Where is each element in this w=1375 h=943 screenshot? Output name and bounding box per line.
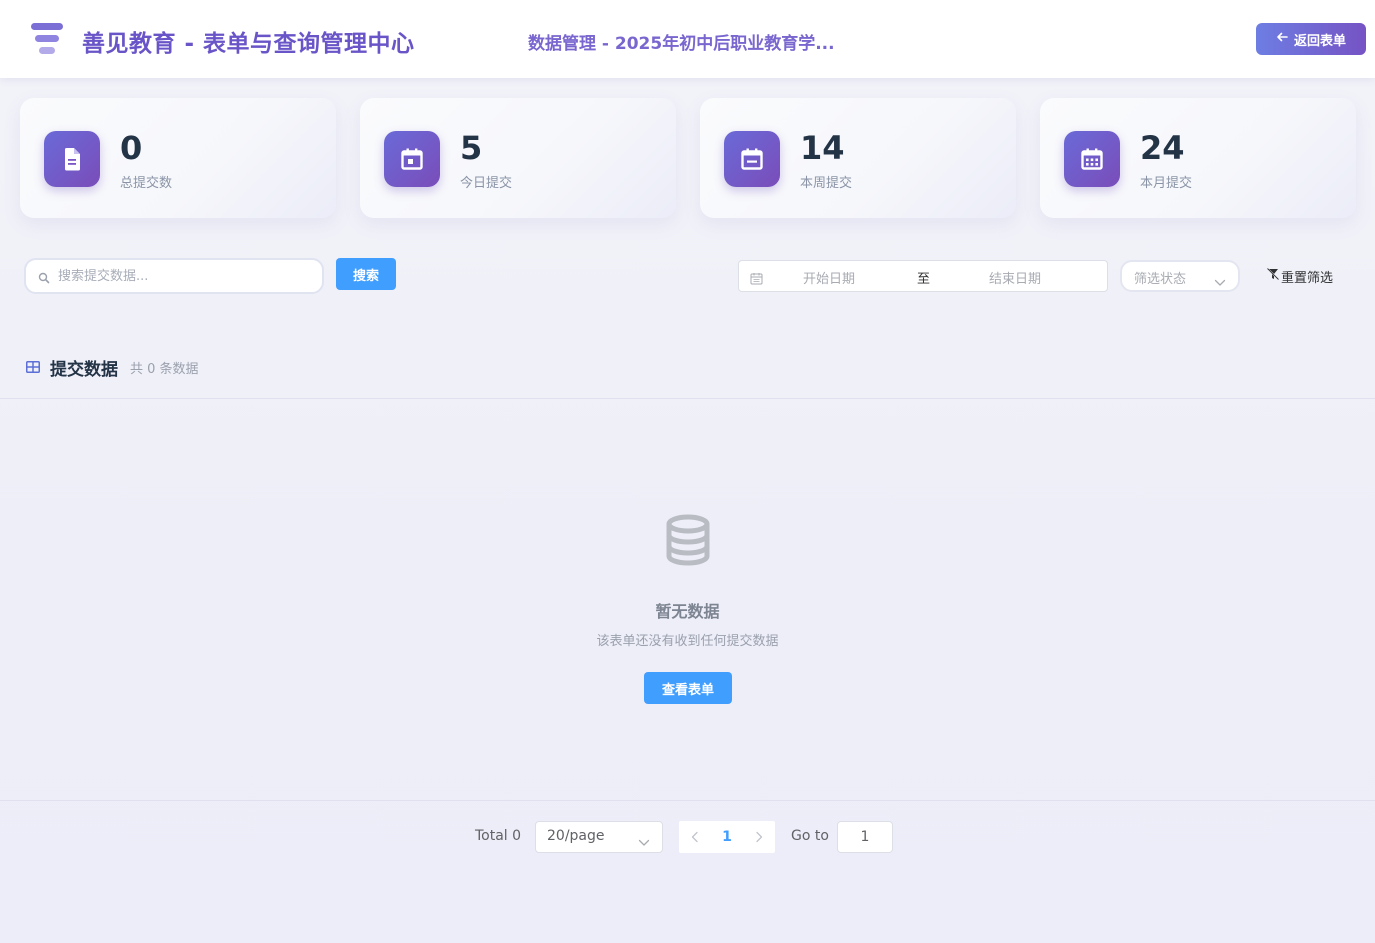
chevron-left-icon [691, 828, 699, 847]
stat-label: 本月提交 [1140, 176, 1193, 191]
stat-card-today: 5 今日提交 [360, 98, 676, 218]
database-icon [664, 514, 712, 570]
chevron-down-icon [638, 832, 650, 851]
empty-state-description: 该表单还没有收到任何提交数据 [596, 634, 779, 649]
stat-value: 14 [800, 129, 845, 167]
reset-filters-label: 重置筛选 [1281, 270, 1334, 286]
goto-page-input[interactable] [838, 822, 892, 852]
page-number-button[interactable]: 1 [711, 821, 743, 853]
status-filter-select[interactable]: 筛选状态 [1120, 260, 1240, 292]
app-header: 善见教育 - 表单与查询管理中心 数据管理 - 2025年初中后职业教育学...… [0, 0, 1375, 78]
goto-page-field[interactable] [837, 821, 893, 853]
divider [0, 800, 1375, 801]
goto-label: Go to [791, 828, 829, 844]
stat-card-week: 14 本周提交 [700, 98, 1016, 218]
pagination-total: Total 0 [475, 828, 522, 844]
back-to-form-button[interactable]: 返回表单 [1256, 23, 1366, 55]
stat-label: 总提交数 [120, 176, 173, 191]
calendar-week-icon [724, 131, 780, 187]
arrow-left-icon [1276, 31, 1288, 47]
stat-value: 5 [460, 129, 483, 167]
search-input[interactable] [58, 266, 313, 286]
grid-icon [26, 358, 40, 377]
back-button-label: 返回表单 [1293, 33, 1346, 49]
table-title: 提交数据 [50, 359, 118, 380]
search-button[interactable]: 搜索 [336, 258, 396, 290]
page-subtitle: 数据管理 - 2025年初中后职业教育学... [528, 34, 835, 54]
status-select-placeholder: 筛选状态 [1134, 272, 1187, 287]
chevron-down-icon [1214, 272, 1226, 291]
record-count: 共 0 条数据 [130, 361, 199, 377]
reset-filters-button[interactable]: 重置筛选 [1266, 266, 1333, 286]
document-icon [44, 131, 100, 187]
date-range-picker[interactable]: 开始日期 至 结束日期 [738, 260, 1108, 292]
view-form-button[interactable]: 查看表单 [644, 672, 732, 704]
stat-card-total: 0 总提交数 [20, 98, 336, 218]
prev-page-button[interactable] [679, 821, 711, 853]
page-size-value: 20/page [547, 828, 605, 844]
empty-state-title: 暂无数据 [655, 602, 720, 621]
end-date-input[interactable]: 结束日期 [989, 268, 1041, 287]
search-icon [38, 269, 50, 288]
stat-label: 今日提交 [460, 176, 513, 191]
stat-card-month: 24 本月提交 [1040, 98, 1356, 218]
search-field[interactable] [24, 258, 324, 294]
date-separator: 至 [917, 272, 931, 287]
stat-label: 本周提交 [800, 176, 853, 191]
logo-icon [30, 22, 64, 56]
start-date-input[interactable]: 开始日期 [803, 268, 855, 287]
page-size-select[interactable]: 20/page [535, 821, 663, 853]
table-header: 提交数据 共 0 条数据 [26, 355, 199, 380]
calendar-month-icon [1064, 131, 1120, 187]
stat-value: 0 [120, 129, 143, 167]
calendar-day-icon [384, 131, 440, 187]
calendar-icon [750, 270, 763, 289]
filter-clear-icon [1266, 267, 1280, 285]
next-page-button[interactable] [743, 821, 775, 853]
stat-value: 24 [1140, 129, 1185, 167]
chevron-right-icon [755, 828, 763, 847]
divider [0, 398, 1375, 399]
brand-title: 善见教育 - 表单与查询管理中心 [82, 31, 415, 57]
